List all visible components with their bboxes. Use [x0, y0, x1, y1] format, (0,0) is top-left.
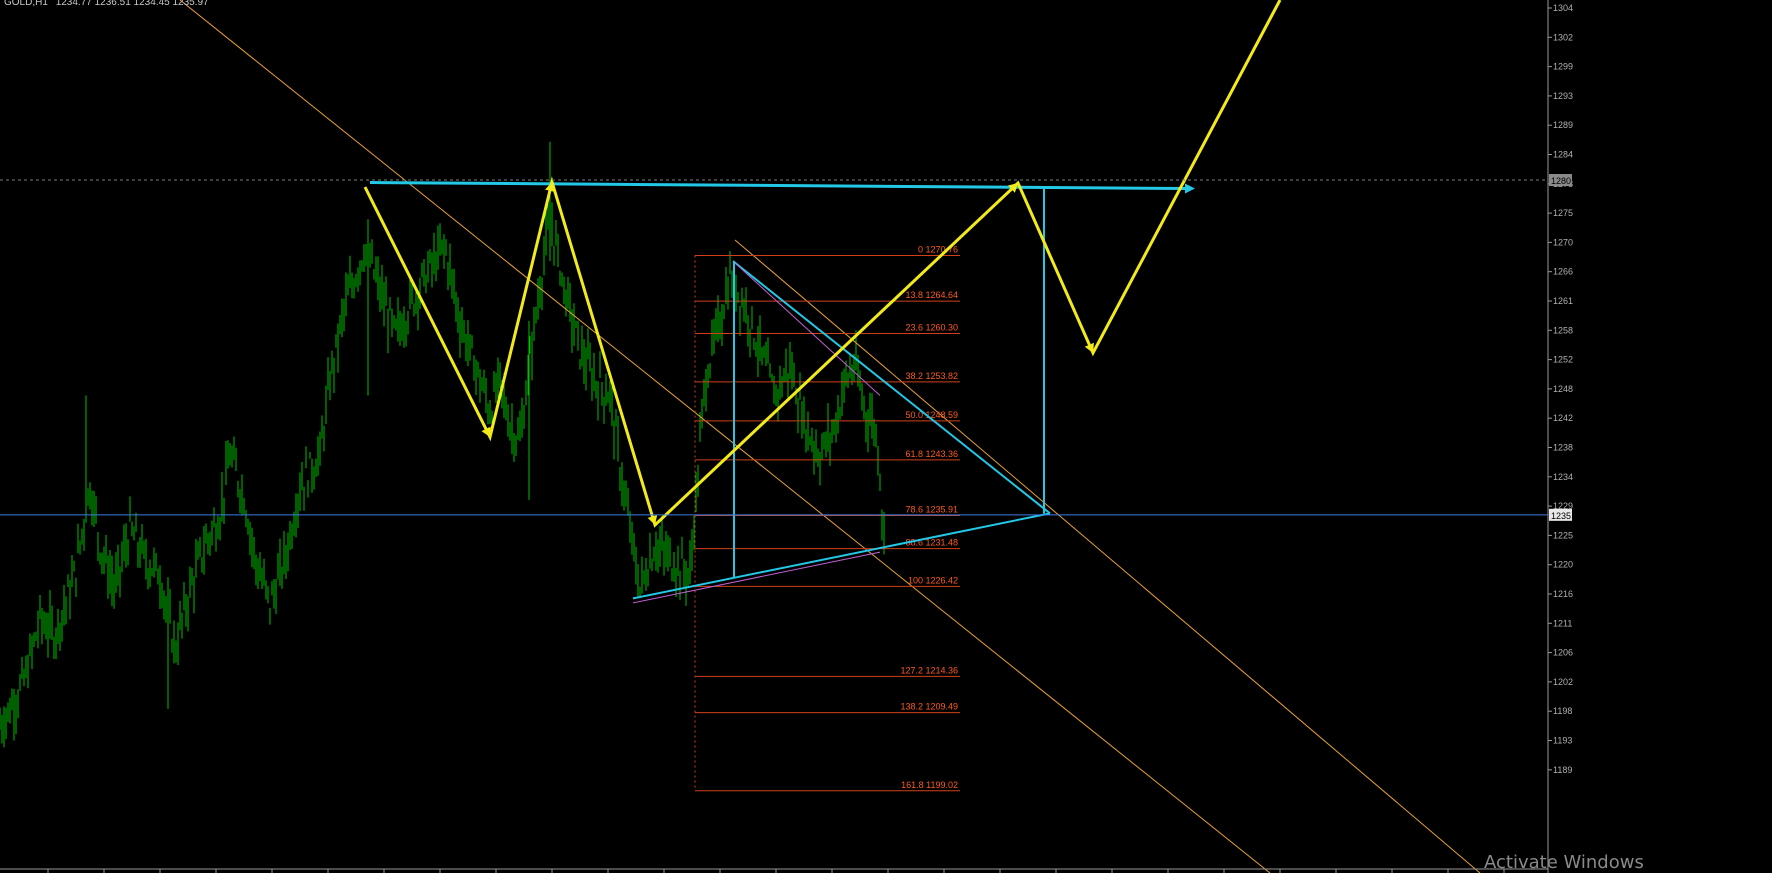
header-symbol: GOLD,H1 — [4, 0, 48, 8]
price-tick-label: 1216 — [1553, 589, 1573, 599]
price-tick-label: 1234 — [1553, 472, 1573, 482]
fib-level-label: 13.8 1264.64 — [905, 290, 958, 300]
fib-level-label: 127.2 1214.36 — [900, 665, 958, 675]
activate-windows-watermark: Activate Windows — [1484, 852, 1644, 873]
price-tick-label: 1289 — [1553, 120, 1573, 130]
price-tick-label: 1258 — [1553, 325, 1573, 335]
fib-level-label: 161.8 1199.02 — [901, 780, 958, 790]
price-tick-label: 1252 — [1553, 355, 1573, 365]
price-tick-label: 1220 — [1553, 560, 1573, 570]
price-tick-label: 1189 — [1553, 765, 1572, 775]
price-tick-label: 1275 — [1553, 208, 1573, 218]
price-tick-label: 1211 — [1553, 618, 1572, 628]
price-tick-label: 1202 — [1553, 677, 1573, 687]
fib-level-label: 88.6 1231.48 — [905, 538, 958, 548]
price-tick-label: 1238 — [1553, 443, 1573, 453]
price-tick-label: 1284 — [1553, 150, 1573, 160]
price-chart[interactable]: 0 1270.7613.8 1264.6423.6 1260.3038.2 12… — [0, 0, 1772, 873]
chart-background — [0, 0, 1772, 873]
price-tick-label: 1266 — [1553, 267, 1573, 277]
fib-level-label: 61.8 1243.36 — [905, 449, 958, 459]
fib-level-label: 23.6 1260.30 — [905, 323, 958, 333]
header-ohlc: 1234.77 1236.51 1234.45 1235.97 — [56, 0, 209, 8]
price-tick-label: 1299 — [1553, 62, 1573, 72]
price-tick-label: 1270 — [1553, 237, 1573, 247]
symbol-header: GOLD,H1 1234.77 1236.51 1234.45 1235.97 — [4, 0, 209, 8]
price-tick-label: 1248 — [1553, 384, 1573, 394]
price-tick-label: 1293 — [1553, 91, 1573, 101]
price-tick-label: 1242 — [1553, 413, 1573, 423]
fib-level-label: 78.6 1235.91 — [905, 505, 958, 515]
fib-level-label: 138.2 1209.49 — [900, 702, 958, 712]
fib-level-label: 100 1226.42 — [908, 575, 958, 585]
price-tick-label: 1206 — [1553, 648, 1573, 658]
price-tick-label: 1261 — [1553, 296, 1573, 306]
price-tick-label: 1302 — [1553, 32, 1573, 42]
price-tick-label: 1193 — [1553, 736, 1572, 746]
current-price-label: 1235 — [1551, 511, 1571, 521]
price-tick-label: 1304 — [1553, 3, 1573, 13]
price-tick-label: 1198 — [1553, 706, 1572, 716]
price-tick-label: 1225 — [1553, 530, 1573, 540]
ask-price-label: 1280 — [1551, 176, 1571, 186]
fib-level-label: 38.2 1253.82 — [905, 371, 958, 381]
